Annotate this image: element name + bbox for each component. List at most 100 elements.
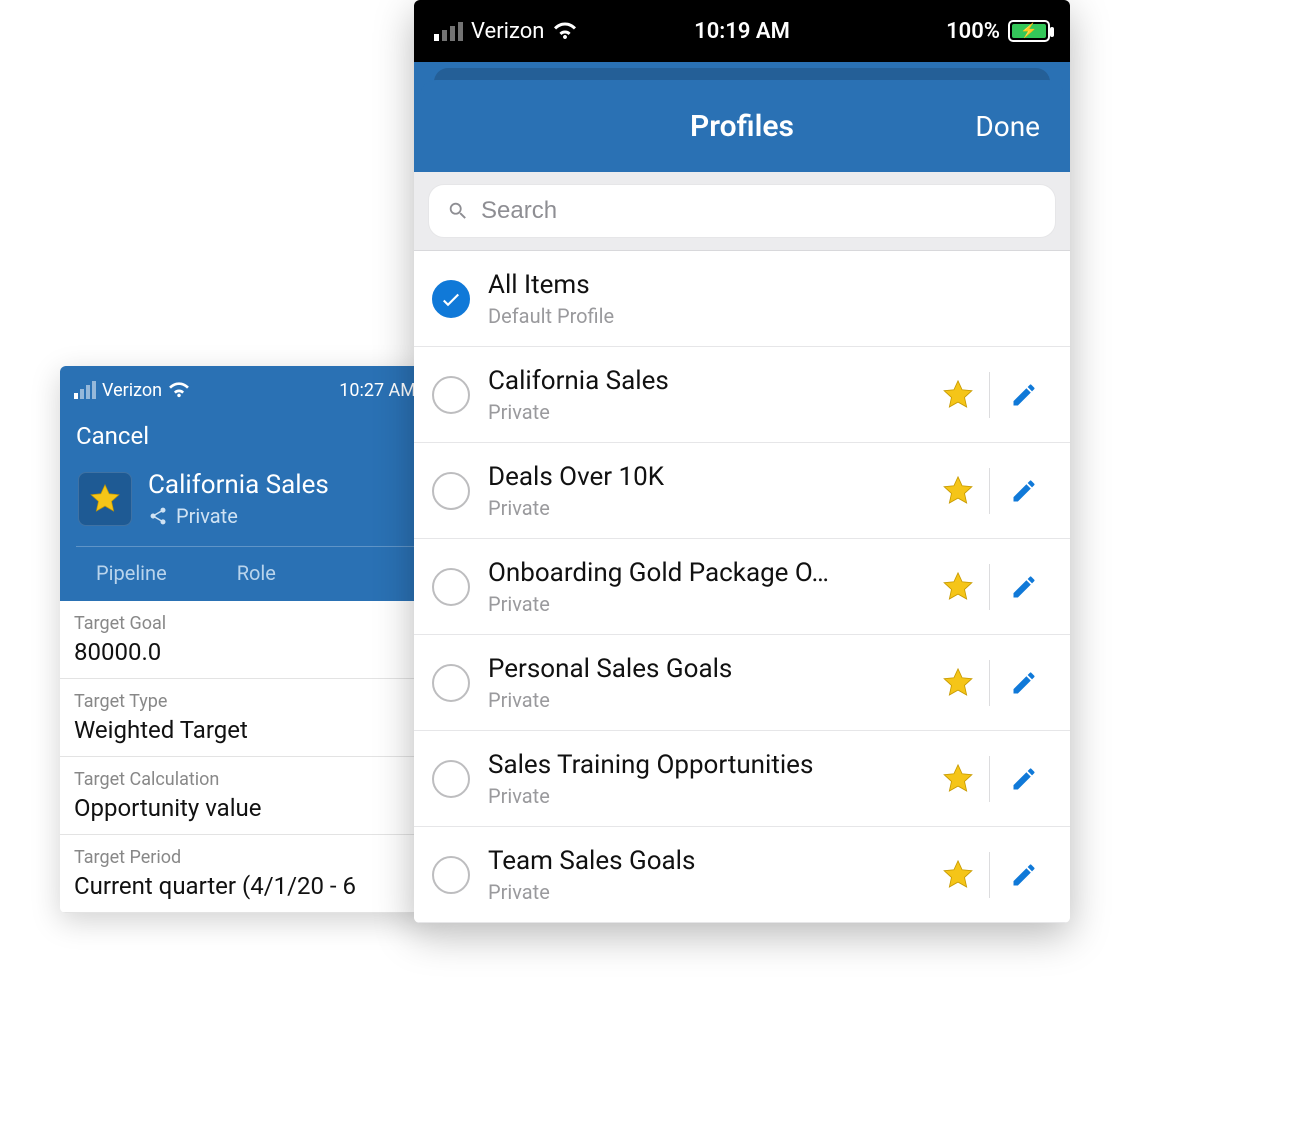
profile-name: Team Sales Goals bbox=[488, 846, 909, 876]
field-target-period[interactable]: Target Period Current quarter (4/1/20 - … bbox=[60, 835, 430, 913]
profile-row[interactable]: Sales Training Opportunities Private bbox=[414, 731, 1070, 827]
profile-name: California Sales bbox=[148, 470, 329, 500]
profile-header: California Sales Private bbox=[76, 460, 414, 546]
star-icon[interactable] bbox=[927, 762, 989, 796]
profile-row[interactable]: Personal Sales Goals Private bbox=[414, 635, 1070, 731]
field-list: Target Goal 80000.0 Target Type Weighted… bbox=[60, 601, 430, 913]
profile-row-text: Personal Sales Goals Private bbox=[488, 654, 909, 712]
profile-row[interactable]: California Sales Private bbox=[414, 347, 1070, 443]
phone-profiles-screen: Verizon 10:19 AM 100% ⚡ Profiles Done Al… bbox=[414, 0, 1070, 923]
radio-icon[interactable] bbox=[432, 856, 470, 894]
nav-bar: Cancel California Sales Private Pipeline… bbox=[60, 414, 430, 601]
signal-icon bbox=[74, 381, 96, 399]
carrier-label: Verizon bbox=[102, 380, 162, 401]
row-actions bbox=[927, 372, 1052, 418]
profile-name: All Items bbox=[488, 270, 1052, 300]
radio-icon[interactable] bbox=[432, 760, 470, 798]
profile-subtitle: Private bbox=[488, 688, 909, 712]
radio-checked-icon[interactable] bbox=[432, 280, 470, 318]
wifi-icon bbox=[552, 21, 578, 41]
profile-row-text: California Sales Private bbox=[488, 366, 909, 424]
field-label: Target Calculation bbox=[74, 769, 416, 790]
nav-bar: Profiles Done bbox=[420, 80, 1064, 172]
profile-row-text: All Items Default Profile bbox=[488, 270, 1052, 328]
radio-icon[interactable] bbox=[432, 472, 470, 510]
row-actions bbox=[927, 756, 1052, 802]
field-label: Target Goal bbox=[74, 613, 416, 634]
tab-role[interactable]: Role bbox=[237, 561, 276, 585]
search-field[interactable] bbox=[428, 184, 1056, 238]
carrier-label: Verizon bbox=[471, 19, 544, 44]
search-input[interactable] bbox=[481, 197, 1037, 225]
field-target-calculation[interactable]: Target Calculation Opportunity value bbox=[60, 757, 430, 835]
search-bar-container bbox=[414, 172, 1070, 251]
profile-row[interactable]: Onboarding Gold Package O… Private bbox=[414, 539, 1070, 635]
profile-subtitle: Private bbox=[488, 880, 909, 904]
tab-pipeline[interactable]: Pipeline bbox=[96, 561, 167, 585]
status-bar: Verizon 10:19 AM 100% ⚡ bbox=[414, 0, 1070, 62]
edit-icon[interactable] bbox=[990, 861, 1052, 889]
profile-name: California Sales bbox=[488, 366, 909, 396]
profile-visibility: Private bbox=[176, 504, 238, 528]
field-target-type[interactable]: Target Type Weighted Target bbox=[60, 679, 430, 757]
radio-icon[interactable] bbox=[432, 376, 470, 414]
profile-name: Onboarding Gold Package O… bbox=[488, 558, 909, 588]
signal-icon bbox=[434, 22, 463, 41]
star-icon[interactable] bbox=[927, 666, 989, 700]
field-value: Opportunity value bbox=[74, 794, 416, 822]
edit-icon[interactable] bbox=[990, 669, 1052, 697]
field-value: 80000.0 bbox=[74, 638, 416, 666]
edit-icon[interactable] bbox=[990, 477, 1052, 505]
page-title: Profiles bbox=[690, 109, 794, 144]
star-icon[interactable] bbox=[927, 474, 989, 508]
profile-row[interactable]: Team Sales Goals Private bbox=[414, 827, 1070, 923]
profile-subtitle: Private bbox=[488, 496, 909, 520]
profile-tabs: Pipeline Role bbox=[76, 546, 414, 601]
done-button[interactable]: Done bbox=[975, 110, 1040, 143]
star-icon[interactable] bbox=[927, 570, 989, 604]
phone-detail-screen: Verizon 10:27 AM Cancel California Sales… bbox=[60, 366, 430, 913]
clock-label: 10:19 AM bbox=[694, 19, 790, 44]
star-icon[interactable] bbox=[927, 858, 989, 892]
profile-row-text: Onboarding Gold Package O… Private bbox=[488, 558, 909, 616]
cancel-button[interactable]: Cancel bbox=[76, 422, 414, 460]
battery-icon: ⚡ bbox=[1008, 20, 1050, 42]
field-value: Current quarter (4/1/20 - 6 bbox=[74, 872, 416, 900]
profile-subtitle: Private bbox=[488, 784, 909, 808]
clock-label: 10:27 AM bbox=[339, 380, 416, 401]
row-actions bbox=[927, 852, 1052, 898]
profile-name: Personal Sales Goals bbox=[488, 654, 909, 684]
profile-name: Deals Over 10K bbox=[488, 462, 909, 492]
wifi-icon bbox=[168, 381, 190, 399]
edit-icon[interactable] bbox=[990, 381, 1052, 409]
card-stack: Profiles Done bbox=[414, 62, 1070, 172]
row-actions bbox=[927, 660, 1052, 706]
profile-subtitle: Private bbox=[488, 400, 909, 424]
row-actions bbox=[927, 468, 1052, 514]
profile-row[interactable]: All Items Default Profile bbox=[414, 251, 1070, 347]
edit-icon[interactable] bbox=[990, 573, 1052, 601]
profile-row-text: Sales Training Opportunities Private bbox=[488, 750, 909, 808]
field-label: Target Period bbox=[74, 847, 416, 868]
profile-row-text: Deals Over 10K Private bbox=[488, 462, 909, 520]
radio-icon[interactable] bbox=[432, 664, 470, 702]
profile-subtitle: Default Profile bbox=[488, 304, 1052, 328]
field-label: Target Type bbox=[74, 691, 416, 712]
profile-subtitle: Private bbox=[488, 592, 909, 616]
status-bar: Verizon 10:27 AM bbox=[60, 366, 430, 414]
star-icon bbox=[78, 472, 132, 526]
profile-name: Sales Training Opportunities bbox=[488, 750, 909, 780]
star-icon[interactable] bbox=[927, 378, 989, 412]
edit-icon[interactable] bbox=[990, 765, 1052, 793]
profile-list: All Items Default Profile California Sales… bbox=[414, 251, 1070, 923]
field-target-goal[interactable]: Target Goal 80000.0 bbox=[60, 601, 430, 679]
row-actions bbox=[927, 564, 1052, 610]
field-value: Weighted Target bbox=[74, 716, 416, 744]
battery-indicator: 100% ⚡ bbox=[946, 19, 1050, 44]
battery-percent: 100% bbox=[946, 19, 1000, 44]
radio-icon[interactable] bbox=[432, 568, 470, 606]
profile-row-text: Team Sales Goals Private bbox=[488, 846, 909, 904]
share-icon bbox=[148, 506, 168, 526]
search-icon bbox=[447, 200, 469, 222]
profile-row[interactable]: Deals Over 10K Private bbox=[414, 443, 1070, 539]
